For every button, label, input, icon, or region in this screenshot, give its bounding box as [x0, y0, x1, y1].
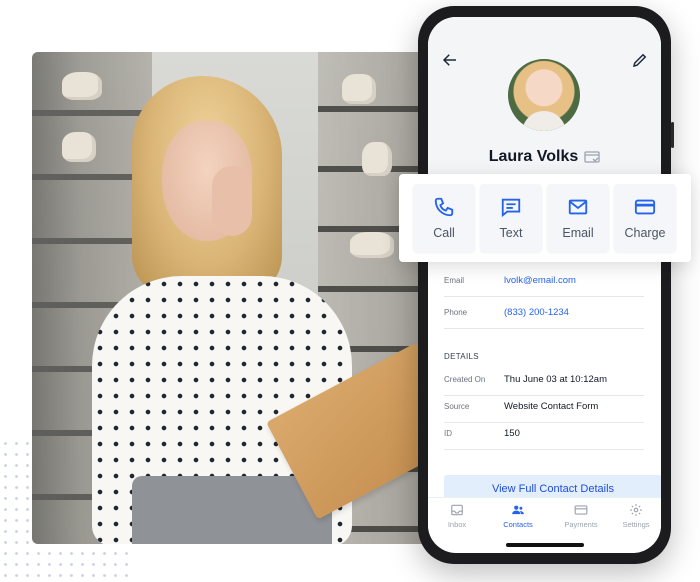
phone-icon [434, 197, 454, 217]
call-button[interactable]: Call [413, 184, 475, 252]
details-heading: DETAILS [444, 352, 479, 361]
tab-label: Settings [622, 520, 650, 529]
source-value: Website Contact Form [504, 401, 599, 412]
contact-name: Laura Volks [428, 148, 661, 166]
text-label: Text [499, 226, 523, 240]
gear-icon [630, 504, 642, 516]
email-value-link[interactable]: lvolk@email.com [504, 275, 576, 286]
back-arrow-icon[interactable] [441, 51, 459, 69]
message-icon [501, 198, 521, 218]
created-row: Created On Thu June 03 at 10:12am [444, 369, 644, 396]
id-label: ID [444, 429, 452, 438]
created-value: Thu June 03 at 10:12am [504, 374, 607, 385]
tab-label: Payments [564, 520, 598, 529]
woman-on-phone [92, 76, 428, 544]
text-button[interactable]: Text [480, 184, 542, 252]
contact-name-text: Laura Volks [488, 148, 579, 165]
payments-icon [574, 505, 588, 515]
envelope-icon [568, 199, 588, 215]
source-row: Source Website Contact Form [444, 396, 644, 423]
tab-settings[interactable]: Settings [613, 503, 659, 529]
hero-photo [32, 52, 428, 544]
bottom-tab-bar: Inbox Contacts Payments Settings [428, 497, 661, 540]
tab-label: Contacts [503, 520, 533, 529]
call-label: Call [433, 226, 455, 240]
inbox-icon [451, 504, 463, 516]
email-label: Email [562, 226, 594, 240]
contact-actions-card: Call Text Email Charge [399, 174, 691, 262]
home-indicator [506, 543, 584, 547]
contacts-icon [512, 505, 524, 515]
pottery [362, 142, 392, 176]
tab-inbox[interactable]: Inbox [434, 503, 480, 529]
id-value: 150 [504, 428, 520, 439]
phone-value-link[interactable]: (833) 200-1234 [504, 307, 569, 318]
email-row: Email lvolk@email.com [444, 270, 644, 297]
source-label: Source [444, 402, 470, 411]
phone-mockup: Laura Volks Email lvolk@email.com Phone … [418, 6, 674, 564]
phone-label: Phone [444, 308, 468, 317]
credit-card-icon [634, 199, 656, 215]
contact-card-icon [584, 151, 600, 163]
pencil-icon[interactable] [631, 51, 649, 69]
phone-row: Phone (833) 200-1234 [444, 302, 644, 329]
charge-button[interactable]: Charge [614, 184, 676, 252]
created-label: Created On [444, 375, 486, 384]
tab-payments[interactable]: Payments [558, 503, 604, 529]
phone-screen: Laura Volks Email lvolk@email.com Phone … [428, 17, 661, 553]
pottery [62, 132, 96, 162]
charge-label: Charge [624, 226, 666, 240]
tab-contacts[interactable]: Contacts [495, 503, 541, 529]
email-button[interactable]: Email [547, 184, 609, 252]
tab-label: Inbox [447, 520, 467, 529]
avatar [508, 59, 580, 131]
email-label: Email [444, 276, 465, 285]
id-row: ID 150 [444, 423, 644, 450]
